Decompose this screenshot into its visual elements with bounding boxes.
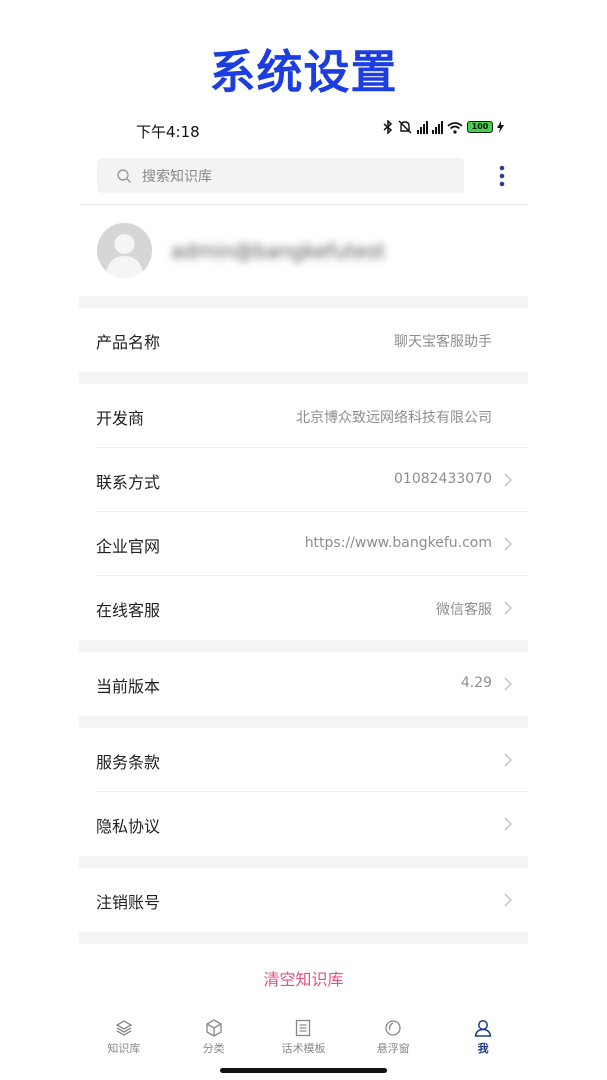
- layers-icon: [115, 1020, 133, 1036]
- search-row: 搜索知识库: [79, 156, 528, 204]
- row-label: 注销账号: [96, 893, 161, 912]
- row-privacy[interactable]: 隐私协议: [79, 792, 528, 856]
- row-developer: 开发商 北京博众致远网络科技有限公司: [79, 384, 528, 448]
- row-terms[interactable]: 服务条款: [79, 728, 528, 792]
- row-version[interactable]: 当前版本 4.29: [79, 652, 528, 716]
- chevron-right-icon: [504, 753, 512, 767]
- row-label: 在线客服: [96, 601, 161, 620]
- tab-category[interactable]: 分类: [169, 1012, 259, 1064]
- charging-icon: [497, 121, 504, 133]
- username: admin@bangkefutest: [171, 239, 386, 263]
- float-window-icon: [385, 1020, 401, 1036]
- clear-knowledge-button[interactable]: 清空知识库: [79, 966, 528, 990]
- search-icon: [117, 168, 131, 183]
- section-gap: [79, 372, 528, 384]
- status-bar: 下午4:18 100: [79, 106, 528, 150]
- signal-icon: [417, 120, 428, 134]
- search-input[interactable]: 搜索知识库: [97, 158, 464, 193]
- status-time: 下午4:18: [136, 123, 200, 141]
- bluetooth-icon: [383, 120, 393, 134]
- row-label: 服务条款: [96, 753, 161, 772]
- row-label: 当前版本: [96, 677, 161, 696]
- home-indicator[interactable]: [220, 1068, 387, 1073]
- row-contact[interactable]: 联系方式 01082433070: [79, 448, 528, 512]
- section-gap: [79, 856, 528, 868]
- avatar[interactable]: [97, 223, 152, 278]
- tab-me[interactable]: 我: [438, 1012, 528, 1064]
- signal-icon: [432, 120, 443, 134]
- tab-label: 话术模板: [281, 1042, 326, 1055]
- default-avatar-icon: [97, 223, 152, 278]
- search-placeholder: 搜索知识库: [142, 168, 212, 185]
- tab-float-window[interactable]: 悬浮窗: [348, 1012, 438, 1064]
- chevron-right-icon: [504, 473, 512, 487]
- more-vertical-icon[interactable]: [497, 164, 507, 188]
- phone-screen: 下午4:18 100 搜索知识库 admin@bangkefutest 产品名称…: [79, 106, 528, 1080]
- row-label: 企业官网: [96, 537, 161, 556]
- cube-icon: [206, 1019, 222, 1037]
- row-value: 4.29: [460, 675, 492, 691]
- document-icon: [296, 1019, 311, 1037]
- page-title: 系统设置: [209, 45, 398, 99]
- bottom-tab-bar: 知识库 分类 话术模板 悬浮窗 我: [79, 1012, 528, 1064]
- tab-label: 分类: [202, 1042, 225, 1055]
- row-label: 开发商: [96, 409, 145, 428]
- wifi-icon: [447, 121, 463, 134]
- chevron-right-icon: [504, 893, 512, 907]
- row-value: 北京博众致远网络科技有限公司: [296, 410, 492, 426]
- battery-icon: 100: [467, 121, 493, 133]
- tab-templates[interactable]: 话术模板: [259, 1012, 349, 1064]
- user-icon: [474, 1020, 492, 1037]
- section-gap: [79, 296, 528, 308]
- system-icons: 100: [383, 120, 504, 134]
- row-label: 隐私协议: [96, 817, 161, 836]
- section-gap: [79, 932, 528, 944]
- row-label: 联系方式: [96, 473, 161, 492]
- chevron-right-icon: [504, 601, 512, 615]
- chevron-right-icon: [504, 677, 512, 691]
- row-delete-account[interactable]: 注销账号: [79, 868, 528, 932]
- chevron-right-icon: [504, 537, 512, 551]
- row-value: 微信客服: [436, 602, 492, 618]
- chevron-right-icon: [504, 817, 512, 831]
- tab-label: 我: [477, 1042, 489, 1055]
- row-product-name: 产品名称 聊天宝客服助手: [79, 308, 528, 372]
- row-value: 聊天宝客服助手: [394, 334, 492, 350]
- tab-label: 知识库: [107, 1042, 141, 1055]
- section-gap: [79, 640, 528, 652]
- mute-icon: [398, 120, 412, 134]
- row-label: 产品名称: [96, 333, 161, 352]
- profile-section[interactable]: admin@bangkefutest: [79, 205, 528, 296]
- row-online-service[interactable]: 在线客服 微信客服: [79, 576, 528, 640]
- tab-knowledge[interactable]: 知识库: [79, 1012, 169, 1064]
- row-value: 01082433070: [394, 471, 492, 487]
- tab-label: 悬浮窗: [376, 1042, 410, 1055]
- row-website[interactable]: 企业官网 https://www.bangkefu.com: [79, 512, 528, 576]
- section-gap: [79, 716, 528, 728]
- row-value: https://www.bangkefu.com: [304, 535, 492, 551]
